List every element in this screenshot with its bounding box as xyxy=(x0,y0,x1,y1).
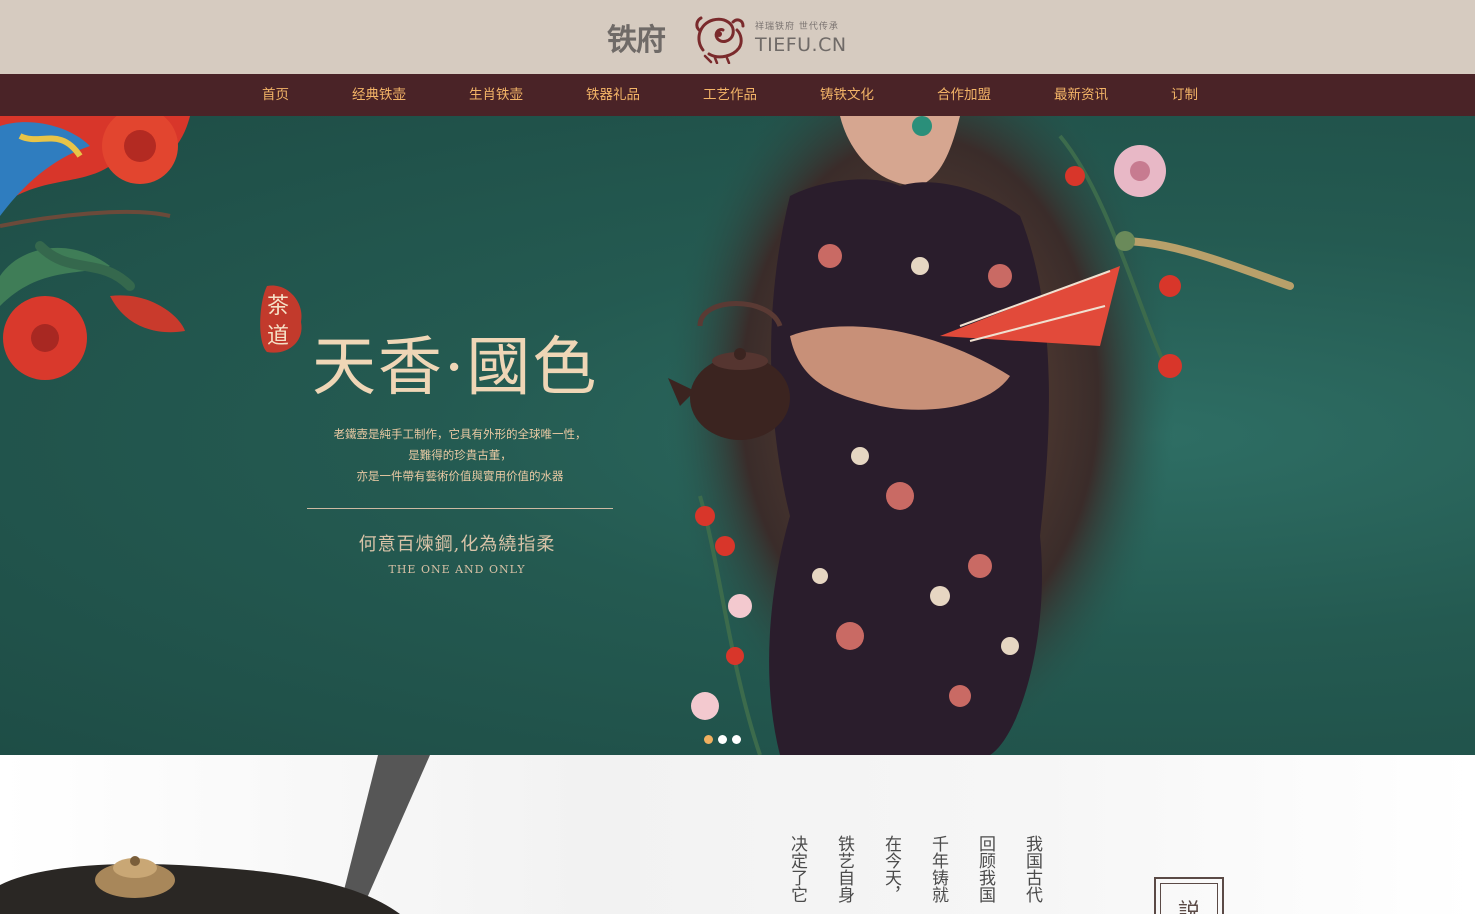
carousel-dot-2[interactable] xyxy=(718,735,727,744)
banner-motto: 何意百煉鋼,化為繞指柔 xyxy=(358,534,556,555)
nav-item-classic-kettles[interactable]: 经典铁壶 xyxy=(352,74,406,116)
culture-section: 我国古代 回顾我国 千年铸就 在今天， 铁艺自身 决定了它 説 xyxy=(0,755,1475,914)
site-logo[interactable]: 铁府 祥瑞铁府 世代传承 TIEFU.CN xyxy=(607,8,857,66)
seal-char-bottom: 道 xyxy=(267,324,290,349)
banner-motto-en: THE ONE AND ONLY xyxy=(388,563,526,576)
logo-slogan: 祥瑞铁府 世代传承 xyxy=(755,21,839,32)
banner-illustration xyxy=(0,116,1294,755)
nav-item-news[interactable]: 最新资讯 xyxy=(1054,74,1108,116)
carousel-dot-1[interactable] xyxy=(704,735,713,744)
culture-text-column: 我国古代 xyxy=(1022,835,1042,903)
culture-stamp-text: 説 xyxy=(1160,883,1218,914)
culture-text-column: 决定了它 xyxy=(787,835,807,903)
tea-seal: 茶 道 xyxy=(257,282,307,356)
seal-char-top: 茶 xyxy=(267,294,290,319)
nav-item-crafts[interactable]: 工艺作品 xyxy=(703,74,757,116)
nav-item-franchise[interactable]: 合作加盟 xyxy=(937,74,991,116)
left-peony-decoration xyxy=(0,116,190,380)
nav-item-culture[interactable]: 铸铁文化 xyxy=(820,74,874,116)
culture-stamp: 説 xyxy=(1154,877,1224,914)
culture-text-column: 回顾我国 xyxy=(975,835,995,903)
kettle-brush-illustration xyxy=(0,755,430,914)
nav-item-custom[interactable]: 订制 xyxy=(1171,74,1198,116)
hero-banner[interactable]: 茶 道 天香·國色 老鐵壺是純手工制作，它具有外形的全球唯一性， 是難得的珍貴古… xyxy=(0,116,1475,755)
culture-text-column: 在今天， xyxy=(881,835,901,903)
logo-wordmark: 铁府 xyxy=(607,23,666,58)
site-header: 铁府 祥瑞铁府 世代传承 TIEFU.CN xyxy=(0,0,1475,74)
banner-desc-line: 老鐵壺是純手工制作，它具有外形的全球唯一性， xyxy=(333,427,587,441)
nav-item-iron-gifts[interactable]: 铁器礼品 xyxy=(586,74,640,116)
carousel-dot-3[interactable] xyxy=(732,735,741,744)
nav-item-home[interactable]: 首页 xyxy=(262,74,289,116)
culture-text-column: 千年铸就 xyxy=(928,835,948,903)
banner-desc-line: 是難得的珍貴古董， xyxy=(408,448,512,462)
logo-text-group: 祥瑞铁府 世代传承 TIEFU.CN xyxy=(755,19,847,56)
culture-text-column: 铁艺自身 xyxy=(834,835,854,903)
banner-title: 天香·國色 xyxy=(312,331,599,405)
banner-description: 老鐵壺是純手工制作，它具有外形的全球唯一性， 是難得的珍貴古董， 亦是一件帶有藝… xyxy=(307,424,613,487)
dragon-emblem-icon xyxy=(695,16,745,64)
nav-item-zodiac-kettles[interactable]: 生肖铁壶 xyxy=(469,74,523,116)
main-nav: 首页 经典铁壶 生肖铁壶 铁器礼品 工艺作品 铸铁文化 合作加盟 最新资讯 订制 xyxy=(0,74,1475,116)
banner-divider xyxy=(307,508,613,509)
logo-domain: TIEFU.CN xyxy=(755,33,847,56)
carousel-pagination xyxy=(704,735,741,744)
banner-desc-line: 亦是一件帶有藝術价值與實用价值的水器 xyxy=(356,469,564,483)
